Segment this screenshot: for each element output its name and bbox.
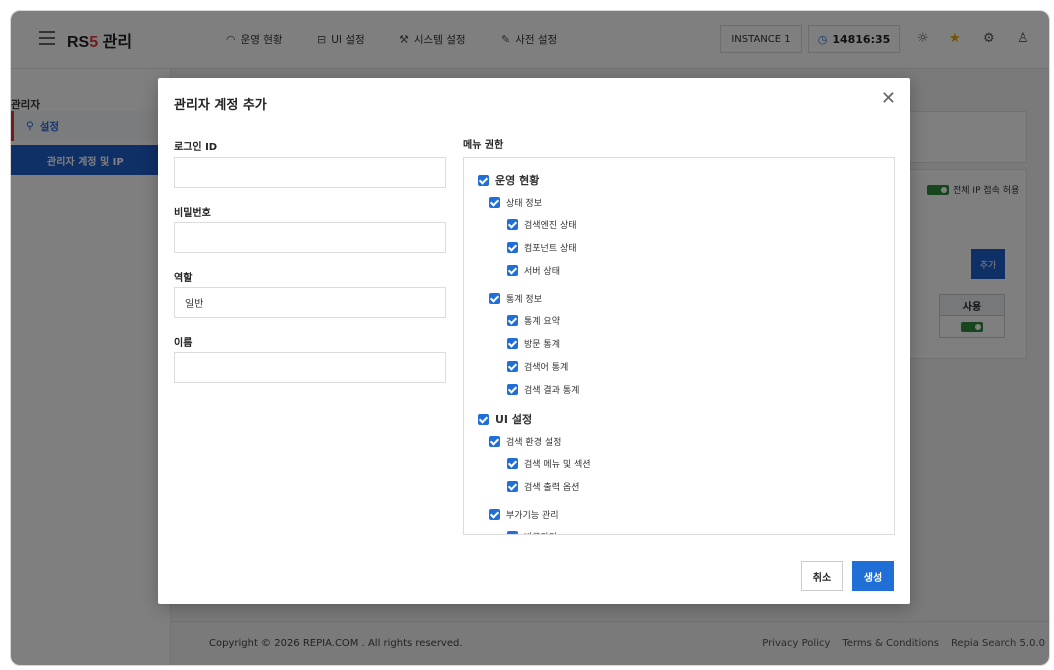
permission-label: 검색엔진 상태 — [524, 221, 577, 231]
permission-item[interactable]: 서버 상태 — [507, 264, 560, 277]
cancel-button[interactable]: 취소 — [801, 561, 843, 591]
checkbox-checked-icon[interactable] — [507, 242, 518, 253]
permission-label: 바로가기 — [524, 530, 557, 534]
password-label: 비밀번호 — [174, 208, 211, 219]
checkbox-checked-icon[interactable] — [478, 174, 489, 186]
checkbox-checked-icon[interactable] — [507, 361, 518, 372]
permission-label: 검색어 통계 — [524, 363, 569, 373]
permission-item[interactable]: 방문 통계 — [507, 337, 560, 350]
checkbox-checked-icon[interactable] — [507, 531, 518, 534]
permission-label: 컴포넌트 상태 — [524, 244, 577, 254]
role-field[interactable] — [174, 287, 446, 318]
permission-item[interactable]: 검색 결과 통계 — [507, 383, 579, 396]
permission-item[interactable]: UI 설정 — [478, 411, 532, 427]
checkbox-checked-icon[interactable] — [507, 338, 518, 349]
menu-permissions-label: 메뉴 권한 — [463, 140, 504, 151]
permission-item[interactable]: 검색엔진 상태 — [507, 218, 577, 231]
checkbox-checked-icon[interactable] — [489, 293, 500, 304]
checkbox-checked-icon[interactable] — [507, 265, 518, 276]
checkbox-checked-icon[interactable] — [507, 458, 518, 469]
checkbox-checked-icon[interactable] — [489, 436, 500, 447]
login-id-label: 로그인 ID — [174, 142, 218, 153]
permission-label: 검색 출력 옵션 — [524, 483, 580, 493]
permission-label: 통계 요약 — [524, 317, 560, 327]
permission-item[interactable]: 컴포넌트 상태 — [507, 241, 577, 254]
permission-item[interactable]: 통계 요약 — [507, 314, 560, 327]
checkbox-checked-icon[interactable] — [507, 384, 518, 395]
permission-label: 검색 환경 설정 — [506, 438, 562, 448]
permission-label: 상태 정보 — [506, 199, 542, 209]
permission-item[interactable]: 통계 정보 — [489, 292, 542, 305]
permission-label: 검색 결과 통계 — [524, 386, 580, 396]
modal-title: 관리자 계정 추가 — [174, 98, 267, 113]
checkbox-checked-icon[interactable] — [489, 197, 500, 208]
login-id-field[interactable] — [174, 157, 446, 188]
permission-label: 서버 상태 — [524, 267, 560, 277]
add-admin-modal: 관리자 계정 추가 ✕ 로그인 ID 비밀번호 역할 이름 메뉴 권한 운영 현… — [158, 78, 910, 604]
role-label: 역할 — [174, 273, 193, 284]
permission-label: 운영 현황 — [495, 174, 540, 187]
permission-label: 검색 메뉴 및 섹션 — [524, 460, 591, 470]
permission-item[interactable]: 운영 현황 — [478, 172, 539, 188]
permission-item[interactable]: 바로가기 — [507, 530, 557, 534]
permission-item[interactable]: 상태 정보 — [489, 196, 542, 209]
checkbox-checked-icon[interactable] — [489, 509, 500, 520]
permission-item[interactable]: 검색 환경 설정 — [489, 435, 561, 448]
name-label: 이름 — [174, 338, 193, 349]
permission-item[interactable]: 검색 출력 옵션 — [507, 480, 579, 493]
create-button[interactable]: 생성 — [852, 561, 894, 591]
permission-label: UI 설정 — [495, 413, 533, 426]
checkbox-checked-icon[interactable] — [507, 219, 518, 230]
permission-item[interactable]: 검색어 통계 — [507, 360, 568, 373]
menu-permissions-tree[interactable]: 운영 현황상태 정보검색엔진 상태컴포넌트 상태서버 상태통계 정보통계 요약방… — [463, 157, 895, 535]
checkbox-checked-icon[interactable] — [507, 315, 518, 326]
permission-item[interactable]: 검색 메뉴 및 섹션 — [507, 457, 591, 470]
permission-label: 통계 정보 — [506, 295, 542, 305]
permission-item[interactable]: 부가기능 관리 — [489, 508, 559, 521]
permission-label: 방문 통계 — [524, 340, 560, 350]
password-field[interactable] — [174, 222, 446, 253]
close-icon[interactable]: ✕ — [881, 90, 896, 108]
name-field[interactable] — [174, 352, 446, 383]
checkbox-checked-icon[interactable] — [507, 481, 518, 492]
checkbox-checked-icon[interactable] — [478, 413, 489, 425]
permission-label: 부가기능 관리 — [506, 511, 559, 521]
